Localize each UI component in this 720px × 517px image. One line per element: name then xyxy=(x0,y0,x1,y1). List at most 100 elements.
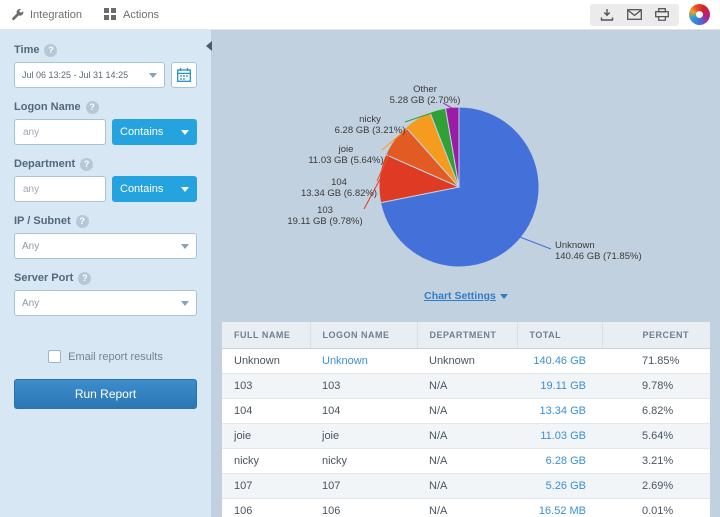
cell-total[interactable]: 5.26 GB xyxy=(517,474,602,499)
cell-logon-name: 104 xyxy=(310,399,417,424)
menu-integration-label: Integration xyxy=(30,9,82,21)
cell-department: N/A xyxy=(417,374,517,399)
cell-department: N/A xyxy=(417,474,517,499)
cell-department: Unknown xyxy=(417,349,517,374)
department-label: Department xyxy=(14,158,75,171)
report-main: Unknown140.46 GB (71.85%) 10319.11 GB (9.… xyxy=(212,30,720,517)
cell-total[interactable]: 13.34 GB xyxy=(517,399,602,424)
calendar-button[interactable] xyxy=(171,62,197,88)
logon-operator-button[interactable]: Contains xyxy=(112,119,197,145)
cell-total[interactable]: 11.03 GB xyxy=(517,424,602,449)
pie-label-nicky: nicky6.28 GB (3.21%) xyxy=(335,114,406,136)
cell-department: N/A xyxy=(417,449,517,474)
mail-icon xyxy=(627,9,642,20)
cell-percent: 5.64% xyxy=(602,424,710,449)
server-port-value: Any xyxy=(22,298,39,309)
cell-percent: 9.78% xyxy=(602,374,710,399)
help-icon[interactable]: ? xyxy=(78,272,91,285)
chevron-left-icon xyxy=(206,41,212,51)
cell-full-name: 107 xyxy=(222,474,310,499)
table-row: joiejoieN/A11.03 GB5.64% xyxy=(222,424,710,449)
chart-settings-link[interactable]: Chart Settings xyxy=(424,290,496,302)
ip-subnet-select[interactable]: Any xyxy=(14,233,197,259)
help-icon[interactable]: ? xyxy=(44,44,57,57)
time-range-select[interactable]: Jul 06 13:25 - Jul 31 14:25 xyxy=(14,62,165,88)
cell-logon-name: 107 xyxy=(310,474,417,499)
time-field: Time ? Jul 06 13:25 - Jul 31 14:25 xyxy=(14,44,197,88)
cell-percent: 0.01% xyxy=(602,499,710,517)
column-header-logon-name[interactable]: LOGON NAME xyxy=(310,322,417,349)
table-row: nickynickyN/A6.28 GB3.21% xyxy=(222,449,710,474)
department-operator-button[interactable]: Contains xyxy=(112,176,197,202)
help-icon[interactable]: ? xyxy=(76,215,89,228)
department-input[interactable] xyxy=(14,176,106,202)
help-icon[interactable]: ? xyxy=(86,101,99,114)
pie-leader-line xyxy=(520,237,551,249)
logon-name-input[interactable] xyxy=(14,119,106,145)
time-label: Time xyxy=(14,44,39,57)
cell-full-name: joie xyxy=(222,424,310,449)
cell-logon-name: joie xyxy=(310,424,417,449)
email-report-checkbox[interactable] xyxy=(48,350,61,363)
column-header-percent[interactable]: PERCENT xyxy=(602,322,710,349)
app-logo xyxy=(689,4,710,25)
table-row: 104104N/A13.34 GB6.82% xyxy=(222,399,710,424)
menu-integration[interactable]: Integration xyxy=(10,8,82,22)
menu-actions[interactable]: Actions xyxy=(104,8,159,21)
table-body: UnknownUnknownUnknown140.46 GB71.85%1031… xyxy=(222,349,710,517)
column-header-full-name[interactable]: FULL NAME xyxy=(222,322,310,349)
cell-total[interactable]: 140.46 GB xyxy=(517,349,602,374)
cell-percent: 6.82% xyxy=(602,399,710,424)
logon-name-label: Logon Name xyxy=(14,101,81,114)
cell-percent: 3.21% xyxy=(602,449,710,474)
email-button[interactable] xyxy=(627,9,642,20)
chevron-down-icon xyxy=(181,244,189,249)
export-toolbar xyxy=(590,4,679,26)
chart-settings: Chart Settings xyxy=(212,290,720,302)
time-range-value: Jul 06 13:25 - Jul 31 14:25 xyxy=(22,70,128,80)
download-button[interactable] xyxy=(600,8,614,21)
cell-total[interactable]: 19.11 GB xyxy=(517,374,602,399)
cell-full-name: 106 xyxy=(222,499,310,517)
cell-logon-name[interactable]: Unknown xyxy=(310,349,417,374)
cell-department: N/A xyxy=(417,399,517,424)
cell-percent: 2.69% xyxy=(602,474,710,499)
email-report-row[interactable]: Email report results xyxy=(14,350,197,363)
email-report-label: Email report results xyxy=(68,351,163,363)
cell-percent: 71.85% xyxy=(602,349,710,374)
department-field: Department ? Contains xyxy=(14,158,197,202)
pie-chart[interactable]: Unknown140.46 GB (71.85%) 10319.11 GB (9.… xyxy=(212,30,720,316)
logon-operator-label: Contains xyxy=(120,126,163,138)
help-icon[interactable]: ? xyxy=(80,158,93,171)
print-button[interactable] xyxy=(655,8,669,21)
column-header-total[interactable]: TOTAL xyxy=(517,322,602,349)
pie-label-103: 10319.11 GB (9.78%) xyxy=(287,205,362,227)
server-port-select[interactable]: Any xyxy=(14,290,197,316)
pie-label-104: 10413.34 GB (6.82%) xyxy=(301,177,377,199)
ip-subnet-value: Any xyxy=(22,241,39,252)
run-report-button[interactable]: Run Report xyxy=(14,379,197,409)
table-row: UnknownUnknownUnknown140.46 GB71.85% xyxy=(222,349,710,374)
cell-logon-name: nicky xyxy=(310,449,417,474)
cell-total[interactable]: 6.28 GB xyxy=(517,449,602,474)
app-root: Integration Actions xyxy=(0,0,720,517)
cell-full-name: 104 xyxy=(222,399,310,424)
table-header-row: FULL NAMELOGON NAMEDEPARTMENTTOTALPERCEN… xyxy=(222,322,710,349)
filter-sidebar: Time ? Jul 06 13:25 - Jul 31 14:25 xyxy=(0,30,212,517)
column-header-department[interactable]: DEPARTMENT xyxy=(417,322,517,349)
pie-label-Other: Other5.28 GB (2.70%) xyxy=(390,84,461,106)
cell-logon-name: 106 xyxy=(310,499,417,517)
collapse-sidebar-button[interactable] xyxy=(203,40,215,52)
calendar-icon xyxy=(177,68,191,82)
ip-subnet-field: IP / Subnet ? Any xyxy=(14,215,197,259)
report-table: FULL NAMELOGON NAMEDEPARTMENTTOTALPERCEN… xyxy=(222,322,710,517)
logon-name-field: Logon Name ? Contains xyxy=(14,101,197,145)
pie-label-Unknown: Unknown140.46 GB (71.85%) xyxy=(555,240,642,262)
chevron-down-icon xyxy=(181,187,189,192)
cell-total[interactable]: 16.52 MB xyxy=(517,499,602,517)
topbar-right xyxy=(590,4,710,26)
server-port-field: Server Port ? Any xyxy=(14,272,197,316)
cell-full-name: 103 xyxy=(222,374,310,399)
menu-actions-label: Actions xyxy=(123,9,159,21)
chevron-down-icon[interactable] xyxy=(500,294,508,299)
